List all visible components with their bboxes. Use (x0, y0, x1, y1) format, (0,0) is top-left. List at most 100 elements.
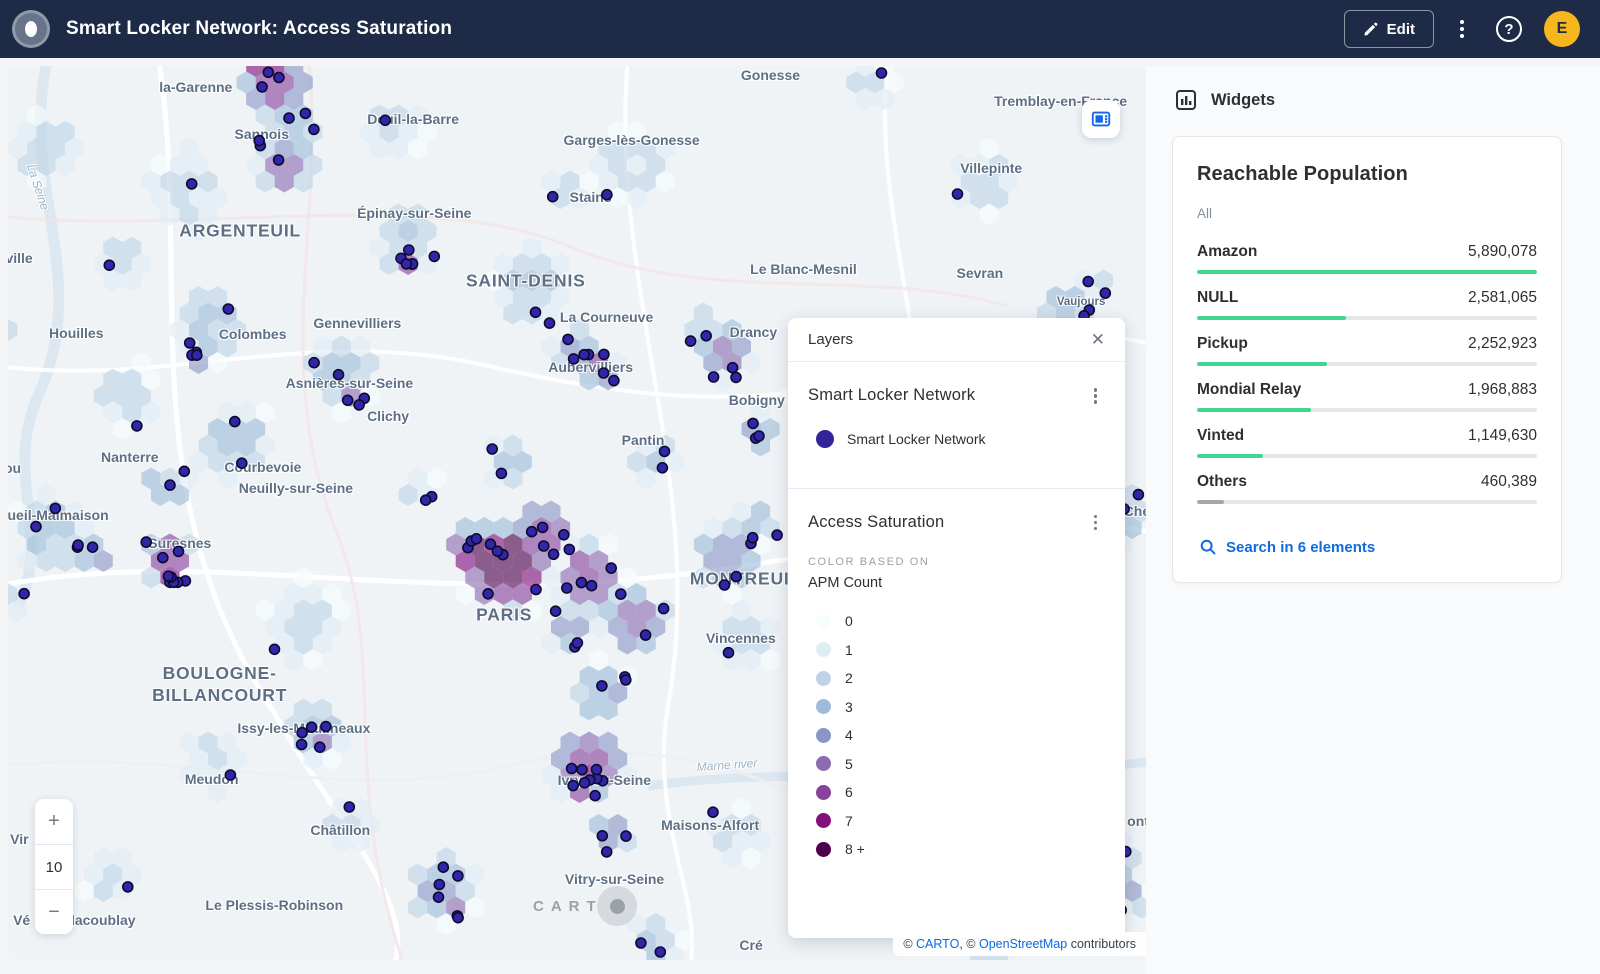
widgets-sidebar: Widgets Reachable Population All Amazon5… (1146, 66, 1600, 974)
reachable-population-widget: Reachable Population All Amazon5,890,078… (1172, 136, 1562, 583)
carto-watermark: CART (533, 898, 625, 915)
category-value: 5,890,078 (1468, 243, 1537, 261)
category-label: Vinted (1197, 427, 1244, 445)
category-bar-fill (1197, 408, 1311, 412)
help-glyph: ? (1504, 21, 1513, 38)
category-bar-fill (1197, 316, 1346, 320)
widget-category-row[interactable]: Mondial Relay 1,968,883 (1197, 381, 1537, 412)
ramp-label: 2 (845, 670, 853, 686)
layer-section-access-saturation: Access Saturation COLOR BASED ON APM Cou… (788, 489, 1125, 890)
avatar[interactable]: E (1544, 11, 1580, 47)
ramp-color-dot (816, 842, 831, 857)
widget-title: Reachable Population (1197, 163, 1537, 186)
ramp-color-dot (816, 642, 831, 657)
color-ramp-item: 6 (816, 778, 1105, 807)
map-attribution: © CARTO, © OpenStreetMap contributors (893, 932, 1146, 956)
carto-watermark-o-icon (610, 899, 625, 914)
zoom-level: 10 (35, 844, 73, 889)
layer-options-kebab-icon[interactable] (1086, 511, 1106, 535)
category-bar-track (1197, 500, 1537, 504)
carto-link[interactable]: CARTO (916, 937, 959, 951)
bar-chart-icon (1174, 88, 1198, 112)
color-ramp-item: 1 (816, 636, 1105, 665)
color-ramp-item: 7 (816, 807, 1105, 836)
color-ramp-item: 3 (816, 693, 1105, 722)
layer-title: Smart Locker Network (808, 386, 975, 405)
ramp-label: 0 (845, 613, 853, 629)
layer-options-kebab-icon[interactable] (1086, 384, 1106, 408)
search-icon (1199, 538, 1217, 556)
category-bar-fill (1197, 500, 1224, 504)
widget-category-row[interactable]: Pickup 2,252,923 (1197, 335, 1537, 366)
category-value: 1,968,883 (1468, 381, 1537, 399)
color-based-on-label: COLOR BASED ON (808, 556, 1105, 568)
content-area: la-GarenneSannoisARGENTEUILDeuil-la-Barr… (0, 58, 1600, 974)
logo-dot-icon (25, 21, 37, 37)
category-label: NULL (1197, 289, 1238, 307)
close-icon[interactable]: ✕ (1091, 331, 1105, 348)
legend-color-dot (816, 430, 834, 448)
zoom-out-button[interactable]: − (35, 889, 73, 934)
widget-category-row[interactable]: Others460,389 (1197, 473, 1537, 504)
edit-button-label: Edit (1387, 21, 1415, 38)
ramp-color-dot (816, 756, 831, 771)
carto-watermark-letters: CART (533, 898, 603, 915)
widget-category-row[interactable]: Amazon 5,890,078 (1197, 243, 1537, 274)
ramp-label: 5 (845, 756, 853, 772)
category-value: 1,149,630 (1468, 427, 1537, 445)
color-ramp-item: 0 (816, 607, 1105, 636)
widget-category-row[interactable]: Vinted 1,149,630 (1197, 427, 1537, 458)
category-bar-fill (1197, 454, 1263, 458)
map-zoom-control: + 10 − (35, 799, 73, 934)
ramp-color-dot (816, 728, 831, 743)
ramp-label: 1 (845, 642, 853, 658)
color-ramp-item: 2 (816, 664, 1105, 693)
category-bar-track (1197, 270, 1537, 274)
category-value: 460,389 (1481, 473, 1537, 491)
attribution-text: , © (959, 937, 979, 951)
app-header: Smart Locker Network: Access Saturation … (0, 0, 1600, 58)
layer-legend-item: Smart Locker Network (816, 430, 1105, 448)
legend-label: Smart Locker Network (847, 431, 985, 447)
layer-section-smart-locker-network: Smart Locker Network Smart Locker Networ… (788, 362, 1125, 488)
ramp-label: 4 (845, 727, 853, 743)
openstreetmap-link[interactable]: OpenStreetMap (979, 937, 1067, 951)
category-label: Amazon (1197, 243, 1257, 261)
zoom-in-button[interactable]: + (35, 799, 73, 844)
ramp-label: 3 (845, 699, 853, 715)
category-label: Pickup (1197, 335, 1248, 353)
widget-category-row[interactable]: NULL2,581,065 (1197, 289, 1537, 320)
layers-panel-title: Layers (808, 331, 853, 348)
avatar-initial: E (1557, 20, 1568, 38)
more-options-kebab-icon[interactable] (1450, 12, 1474, 46)
category-value: 2,252,923 (1468, 335, 1537, 353)
layers-panel-header: Layers ✕ (788, 318, 1125, 362)
ramp-color-dot (816, 614, 831, 629)
ramp-color-dot (816, 699, 831, 714)
ramp-color-dot (816, 671, 831, 686)
category-bar-track (1197, 454, 1537, 458)
color-ramp-item: 8 + (816, 835, 1105, 864)
ramp-color-dot (816, 813, 831, 828)
help-icon[interactable]: ? (1496, 16, 1522, 42)
category-bar-fill (1197, 362, 1327, 366)
panel-layout-icon (1090, 108, 1112, 130)
category-bar-track (1197, 316, 1537, 320)
map-canvas[interactable]: la-GarenneSannoisARGENTEUILDeuil-la-Barr… (8, 66, 1146, 960)
ramp-label: 6 (845, 784, 853, 800)
color-ramp-item: 5 (816, 750, 1105, 779)
category-bar-track (1197, 362, 1537, 366)
search-link-label: Search in 6 elements (1226, 539, 1375, 556)
org-logo[interactable] (12, 10, 50, 48)
attribution-text: © (903, 937, 916, 951)
color-attribute-name: APM Count (808, 575, 1105, 591)
widgets-title: Widgets (1211, 91, 1275, 110)
search-in-elements-button[interactable]: Search in 6 elements (1197, 534, 1377, 560)
pencil-icon (1363, 22, 1378, 37)
widgets-header: Widgets (1174, 88, 1562, 112)
toggle-panels-button[interactable] (1082, 100, 1120, 138)
edit-button[interactable]: Edit (1344, 10, 1434, 48)
ramp-label: 8 + (845, 841, 865, 857)
category-label: Mondial Relay (1197, 381, 1301, 399)
page-title: Smart Locker Network: Access Saturation (66, 18, 452, 40)
